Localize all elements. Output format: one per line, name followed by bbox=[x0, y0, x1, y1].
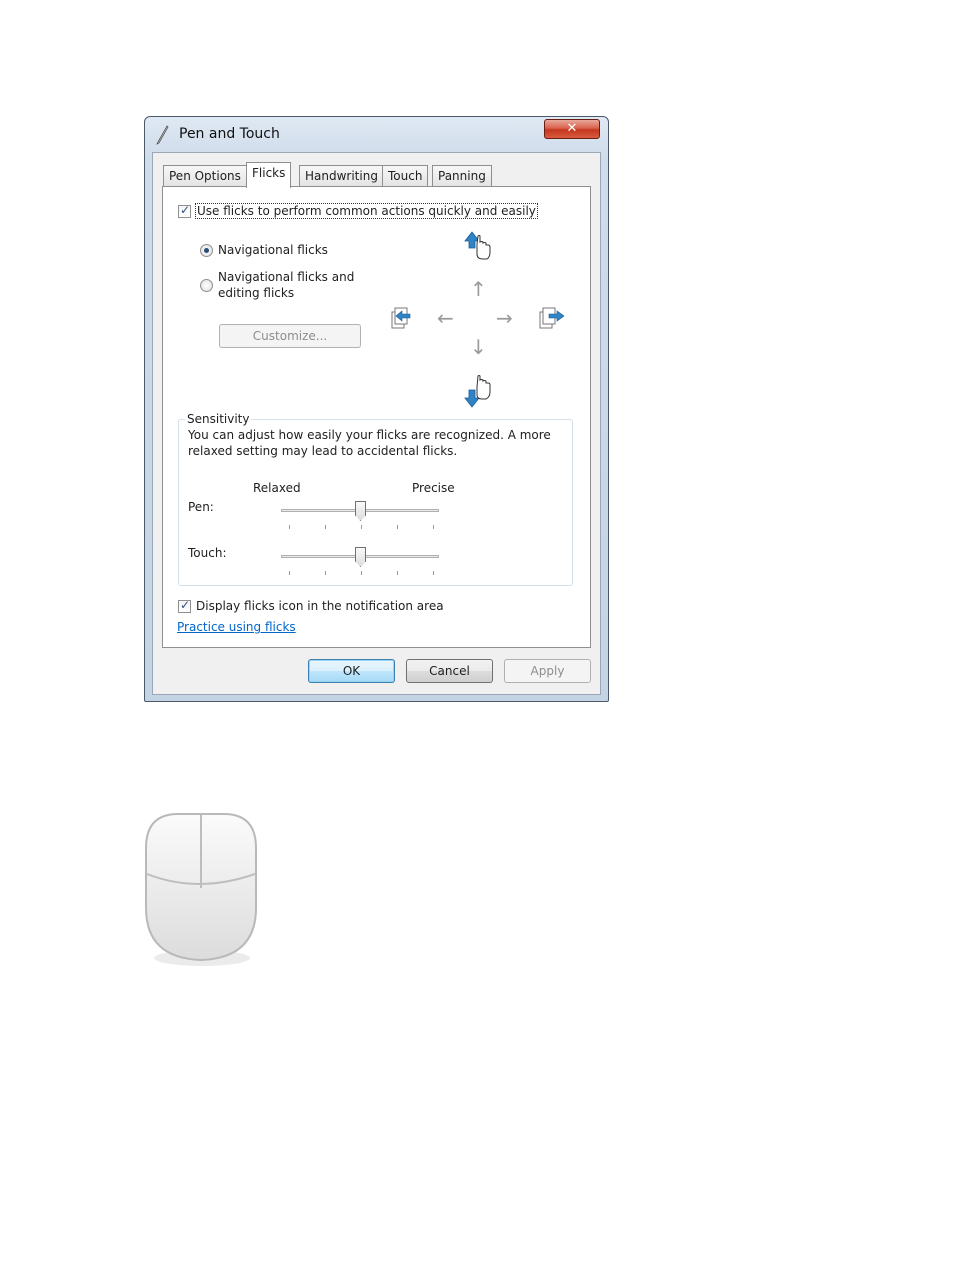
relaxed-label: Relaxed bbox=[253, 481, 301, 495]
slider-thumb[interactable] bbox=[355, 547, 366, 567]
tab-touch[interactable]: Touch bbox=[382, 165, 429, 187]
touch-sensitivity-slider[interactable] bbox=[281, 541, 439, 577]
ok-button[interactable]: OK bbox=[308, 659, 395, 683]
pen-sensitivity-slider[interactable] bbox=[281, 495, 439, 531]
slider-tick bbox=[289, 571, 290, 575]
slider-tick bbox=[325, 525, 326, 529]
arrow-up-icon: ↑ bbox=[470, 277, 487, 301]
flick-down-hand-icon bbox=[464, 375, 491, 408]
tab-panning[interactable]: Panning bbox=[432, 165, 492, 187]
arrow-down-icon: ↓ bbox=[470, 335, 487, 359]
page-back-icon bbox=[391, 307, 411, 329]
checkmark-icon: ✓ bbox=[180, 598, 191, 612]
checkmark-icon: ✓ bbox=[180, 203, 191, 217]
pen-and-touch-window: Pen and Touch ✕ Pen Options Flicks Handw… bbox=[144, 116, 609, 702]
slider-tick bbox=[361, 571, 362, 575]
slider-tick bbox=[433, 571, 434, 575]
display-flicks-icon-checkbox[interactable]: ✓ bbox=[178, 598, 191, 613]
tab-flicks[interactable]: Flicks bbox=[246, 162, 292, 188]
slider-tick bbox=[289, 525, 290, 529]
navigational-editing-label-line2[interactable]: editing flicks bbox=[218, 286, 294, 300]
navigational-flicks-label[interactable]: Navigational flicks bbox=[218, 243, 328, 257]
pen-label: Pen: bbox=[188, 500, 214, 514]
sensitivity-description-line2: relaxed setting may lead to accidental f… bbox=[188, 444, 458, 458]
mouse-icon bbox=[145, 813, 257, 966]
precise-label: Precise bbox=[412, 481, 455, 495]
radio-selected-dot bbox=[204, 248, 209, 253]
apply-button[interactable]: Apply bbox=[504, 659, 591, 683]
cancel-button[interactable]: Cancel bbox=[406, 659, 493, 683]
slider-tick bbox=[397, 571, 398, 575]
navigational-and-editing-radio[interactable] bbox=[200, 279, 213, 292]
page-forward-icon bbox=[539, 307, 565, 329]
flicks-tab-panel: ✓ Use flicks to perform common actions q… bbox=[162, 186, 591, 648]
slider-tick bbox=[397, 525, 398, 529]
window-title: Pen and Touch bbox=[179, 126, 280, 142]
arrow-right-icon: → bbox=[496, 306, 513, 330]
title-bar[interactable]: Pen and Touch ✕ bbox=[145, 117, 608, 151]
dialog-client-area: Pen Options Flicks Handwriting Touch Pan… bbox=[152, 152, 601, 695]
touch-label: Touch: bbox=[188, 546, 227, 560]
use-flicks-label[interactable]: Use flicks to perform common actions qui… bbox=[195, 203, 538, 219]
tab-handwriting[interactable]: Handwriting bbox=[299, 165, 384, 187]
sensitivity-description-line1: You can adjust how easily your flicks ar… bbox=[188, 428, 551, 442]
flick-up-hand-icon bbox=[464, 231, 491, 260]
slider-thumb[interactable] bbox=[355, 501, 366, 521]
close-button[interactable]: ✕ bbox=[544, 119, 600, 139]
close-icon: ✕ bbox=[566, 121, 578, 136]
navigational-flicks-radio[interactable] bbox=[200, 244, 213, 257]
tab-pen-options[interactable]: Pen Options bbox=[163, 165, 247, 187]
slider-tick bbox=[433, 525, 434, 529]
navigational-editing-label-line1[interactable]: Navigational flicks and bbox=[218, 270, 354, 284]
display-flicks-icon-label[interactable]: Display flicks icon in the notification … bbox=[196, 599, 444, 613]
arrow-left-icon: ← bbox=[437, 306, 454, 330]
pen-icon bbox=[156, 125, 169, 145]
slider-tick bbox=[361, 525, 362, 529]
sensitivity-group-label: Sensitivity bbox=[185, 412, 252, 426]
practice-flicks-link[interactable]: Practice using flicks bbox=[177, 620, 296, 634]
slider-tick bbox=[325, 571, 326, 575]
use-flicks-checkbox[interactable]: ✓ bbox=[178, 203, 191, 218]
customize-button[interactable]: Customize... bbox=[219, 324, 361, 348]
